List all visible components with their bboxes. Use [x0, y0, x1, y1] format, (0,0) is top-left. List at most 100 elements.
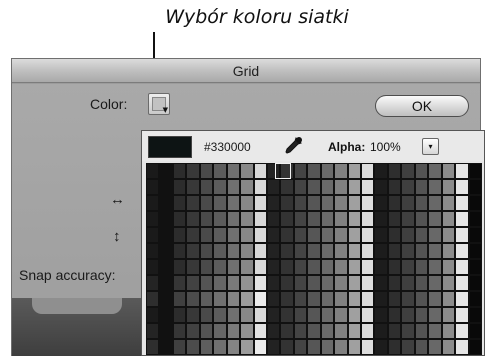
color-swatch[interactable]: [428, 179, 442, 195]
color-swatch[interactable]: [387, 307, 402, 323]
color-swatch[interactable]: [172, 211, 187, 227]
color-swatch[interactable]: [307, 275, 321, 291]
color-swatch[interactable]: [293, 291, 308, 307]
color-swatch[interactable]: [293, 275, 308, 291]
color-swatch[interactable]: [428, 275, 442, 291]
color-swatch[interactable]: [334, 227, 348, 243]
color-swatch[interactable]: [293, 339, 308, 355]
color-swatch[interactable]: [307, 259, 321, 275]
color-swatch[interactable]: [253, 307, 267, 323]
color-swatch[interactable]: [320, 275, 335, 291]
color-swatch[interactable]: [441, 291, 456, 307]
color-swatch[interactable]: [146, 323, 160, 339]
color-swatch[interactable]: [266, 291, 281, 307]
color-swatch[interactable]: [374, 323, 388, 339]
color-swatch[interactable]: [334, 243, 348, 259]
color-swatch[interactable]: [293, 259, 308, 275]
color-swatch[interactable]: [240, 179, 254, 195]
color-swatch[interactable]: [428, 195, 442, 211]
color-swatch[interactable]: [455, 307, 469, 323]
color-swatch[interactable]: [414, 211, 429, 227]
color-swatch[interactable]: [441, 275, 456, 291]
color-swatch[interactable]: [455, 259, 469, 275]
color-swatch[interactable]: [226, 211, 241, 227]
eyedropper-icon[interactable]: [282, 135, 304, 157]
color-swatch[interactable]: [320, 291, 335, 307]
color-swatch[interactable]: [266, 227, 281, 243]
color-swatch[interactable]: [468, 259, 482, 275]
color-swatch[interactable]: [186, 307, 200, 323]
color-swatch[interactable]: [159, 259, 173, 275]
color-swatch[interactable]: [307, 227, 321, 243]
color-swatch[interactable]: [172, 227, 187, 243]
color-swatch[interactable]: [293, 163, 308, 179]
color-swatch[interactable]: [320, 211, 335, 227]
color-swatch[interactable]: [401, 227, 415, 243]
color-swatch[interactable]: [307, 179, 321, 195]
color-swatch[interactable]: [374, 227, 388, 243]
color-swatch[interactable]: [441, 163, 456, 179]
color-swatch[interactable]: [414, 163, 429, 179]
color-swatch[interactable]: [146, 339, 160, 355]
color-swatch[interactable]: [146, 275, 160, 291]
color-swatch[interactable]: [240, 243, 254, 259]
color-swatch[interactable]: [320, 243, 335, 259]
color-swatch[interactable]: [253, 259, 267, 275]
color-swatch[interactable]: [146, 195, 160, 211]
color-swatch[interactable]: [441, 339, 456, 355]
color-swatch[interactable]: [226, 259, 241, 275]
color-swatch[interactable]: [334, 275, 348, 291]
color-swatch[interactable]: [361, 163, 375, 179]
color-swatch[interactable]: [401, 307, 415, 323]
color-swatch[interactable]: [280, 243, 294, 259]
color-swatch[interactable]: [280, 339, 294, 355]
color-swatch[interactable]: [414, 275, 429, 291]
color-swatch[interactable]: [401, 211, 415, 227]
color-swatch[interactable]: [159, 179, 173, 195]
color-swatch[interactable]: [334, 211, 348, 227]
color-swatch[interactable]: [213, 259, 227, 275]
color-swatch[interactable]: [293, 227, 308, 243]
color-swatch[interactable]: [293, 243, 308, 259]
color-swatch[interactable]: [441, 179, 456, 195]
color-swatch[interactable]: [320, 307, 335, 323]
color-swatch[interactable]: [159, 163, 173, 179]
color-swatch[interactable]: [455, 211, 469, 227]
color-swatch[interactable]: [226, 243, 241, 259]
color-swatch[interactable]: [146, 211, 160, 227]
color-swatch[interactable]: [428, 323, 442, 339]
color-swatch[interactable]: [441, 243, 456, 259]
color-swatch[interactable]: [293, 307, 308, 323]
color-swatch[interactable]: [186, 243, 200, 259]
color-swatch[interactable]: [146, 291, 160, 307]
color-swatch[interactable]: [387, 179, 402, 195]
color-swatch[interactable]: [226, 195, 241, 211]
color-swatch[interactable]: [401, 179, 415, 195]
color-swatch[interactable]: [347, 259, 362, 275]
color-swatch[interactable]: [320, 179, 335, 195]
color-swatch[interactable]: [441, 211, 456, 227]
color-swatch[interactable]: [266, 275, 281, 291]
color-swatch[interactable]: [347, 211, 362, 227]
color-swatch[interactable]: [455, 339, 469, 355]
color-swatch[interactable]: [172, 275, 187, 291]
color-swatch[interactable]: [334, 339, 348, 355]
color-swatch[interactable]: [361, 227, 375, 243]
color-swatch[interactable]: [172, 179, 187, 195]
color-swatch[interactable]: [387, 259, 402, 275]
color-swatch[interactable]: [361, 339, 375, 355]
color-swatch[interactable]: [334, 307, 348, 323]
color-swatch[interactable]: [266, 259, 281, 275]
alpha-menu-button[interactable]: ▾: [422, 138, 439, 155]
color-swatch[interactable]: [428, 339, 442, 355]
color-swatch[interactable]: [361, 243, 375, 259]
color-swatch[interactable]: [361, 259, 375, 275]
color-swatch[interactable]: [387, 291, 402, 307]
color-swatch[interactable]: [347, 291, 362, 307]
color-swatch[interactable]: [428, 243, 442, 259]
color-swatch[interactable]: [199, 323, 214, 339]
color-swatch[interactable]: [213, 291, 227, 307]
color-swatch[interactable]: [186, 211, 200, 227]
color-swatch[interactable]: [159, 339, 173, 355]
color-swatch[interactable]: [240, 275, 254, 291]
